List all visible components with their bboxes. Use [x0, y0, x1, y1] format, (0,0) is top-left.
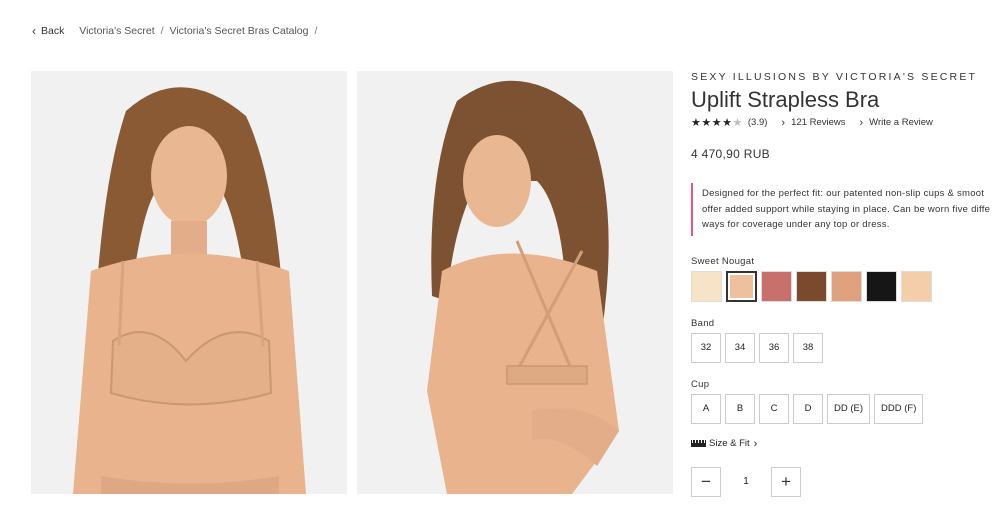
star-rating: ★★★★★: [691, 116, 743, 129]
chevron-right-icon: ›: [781, 116, 786, 129]
band-option-38[interactable]: 38: [793, 332, 823, 363]
reviews-label: 121 Reviews: [791, 117, 846, 128]
color-swatch[interactable]: [761, 270, 792, 302]
color-label: Sweet Nougat: [691, 255, 755, 267]
cup-option-ddd-f[interactable]: DDD (F): [874, 393, 924, 424]
star-icon: ★: [732, 117, 743, 129]
color-swatches: [691, 270, 1000, 302]
band-option-34[interactable]: 34: [725, 332, 755, 363]
chevron-right-icon: ›: [753, 437, 758, 450]
cup-option-c[interactable]: C: [759, 393, 789, 424]
breadcrumb-separator: /: [160, 25, 164, 37]
cup-option-dd-e[interactable]: DD (E): [827, 393, 871, 424]
write-review-link[interactable]: › Write a Review: [859, 117, 932, 129]
model-back-illustration: [357, 71, 673, 494]
cup-option-a[interactable]: A: [691, 393, 721, 424]
rating-row: ★★★★★ (3.9) › 121 Reviews › Write a Revi…: [691, 116, 1000, 130]
model-front-illustration: [31, 71, 347, 494]
minus-icon: −: [701, 471, 711, 491]
reviews-link[interactable]: › 121 Reviews: [781, 117, 845, 129]
band-options: 32 34 36 38: [691, 332, 1000, 363]
rating-value: (3.9): [747, 117, 768, 128]
chevron-left-icon: ‹: [32, 24, 36, 38]
band-option-36[interactable]: 36: [759, 332, 789, 363]
model-back-photo[interactable]: [357, 71, 673, 494]
write-review-label: Write a Review: [869, 117, 933, 128]
breadcrumb-spacer: [70, 25, 73, 37]
quantity-decrease-button[interactable]: −: [691, 466, 721, 497]
size-fit-link[interactable]: Size & Fit ›: [691, 438, 1000, 450]
ruler-icon: [691, 440, 706, 447]
back-link[interactable]: ‹ Back: [32, 24, 64, 38]
cup-option-b[interactable]: B: [725, 393, 755, 424]
product-description: Designed for the perfect fit: our patent…: [691, 183, 1000, 236]
breadcrumb: ‹ Back Victoria's Secret / Victoria's Se…: [32, 24, 323, 38]
color-swatch[interactable]: [901, 270, 932, 302]
quantity-increase-button[interactable]: +: [771, 466, 801, 497]
model-front-photo[interactable]: [31, 71, 347, 494]
cup-options: A B C D DD (E) DDD (F): [691, 393, 1000, 424]
star-icon: ★: [722, 117, 733, 129]
cup-label: Cup: [691, 378, 710, 390]
cup-option-d[interactable]: D: [793, 393, 823, 424]
quantity-value[interactable]: 1: [721, 476, 771, 487]
color-swatch[interactable]: [796, 270, 827, 302]
color-swatch[interactable]: [831, 270, 862, 302]
description-line: ways for coverage under any top or dress…: [702, 219, 890, 230]
band-label: Band: [691, 317, 715, 329]
breadcrumb-item-victorias-secret[interactable]: Victoria's Secret: [79, 25, 154, 37]
product-title: Uplift Strapless Bra: [691, 87, 880, 112]
description-line: offer added support while staying in pla…: [702, 203, 991, 215]
back-label: Back: [41, 25, 65, 37]
color-swatch[interactable]: [726, 270, 757, 302]
product-info: SEXY ILLUSIONS BY VICTORIA'S SECRET Upli…: [691, 71, 1000, 497]
color-swatch[interactable]: [691, 270, 722, 302]
star-icon: ★: [691, 117, 702, 129]
size-fit-label: Size & Fit: [709, 438, 750, 449]
star-icon: ★: [711, 117, 723, 129]
quantity-stepper: − 1 +: [691, 466, 1000, 497]
color-swatch[interactable]: [866, 270, 897, 302]
description-line: Designed for the perfect fit: our patent…: [702, 188, 985, 199]
product-brand: SEXY ILLUSIONS BY VICTORIA'S SECRET: [691, 71, 978, 83]
band-option-32[interactable]: 32: [691, 332, 721, 363]
chevron-right-icon: ›: [859, 116, 864, 129]
star-icon: ★: [701, 117, 712, 129]
breadcrumb-separator: /: [314, 25, 318, 37]
breadcrumb-item-bras-catalog[interactable]: Victoria's Secret Bras Catalog: [170, 25, 309, 37]
plus-icon: +: [781, 471, 791, 491]
product-price: 4 470,90 RUB: [691, 147, 770, 161]
